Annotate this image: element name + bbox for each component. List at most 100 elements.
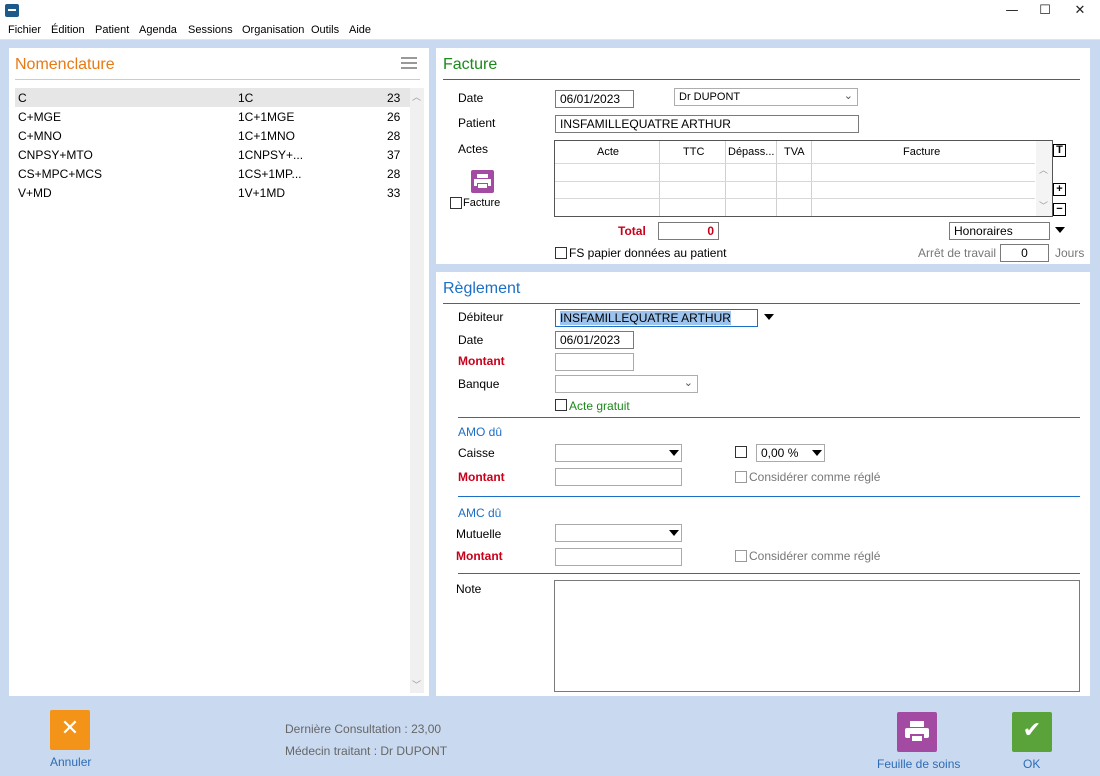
nom-name: V+MD [18, 186, 52, 200]
honoraires-select[interactable]: Honoraires [949, 222, 1050, 240]
menu-aide[interactable]: Aide [349, 24, 371, 36]
facture-date-label: Date [458, 91, 484, 105]
nomenclature-scrollbar[interactable]: ︿ ﹀ [410, 88, 424, 693]
amc-consider-label: Considérer comme réglé [749, 549, 881, 563]
check-icon: ✔ [1022, 718, 1042, 743]
amo-title: AMO dû [458, 425, 503, 439]
scroll-up-icon[interactable]: ︿ [412, 90, 421, 103]
reglement-date-input[interactable]: 06/01/2023 [555, 331, 634, 349]
t-button[interactable]: T [1053, 144, 1066, 157]
maximize-button[interactable]: ☐ [1028, 0, 1062, 21]
list-item[interactable]: C+MNO 1C+1MNO 28 [15, 126, 410, 145]
print-icon[interactable] [471, 170, 494, 193]
scroll-down-icon[interactable]: ﹀ [1039, 199, 1048, 212]
mutuelle-select[interactable] [555, 524, 682, 542]
facture-checkbox[interactable] [450, 197, 462, 209]
remove-acte-button[interactable]: − [1053, 203, 1066, 216]
col-divider [725, 141, 726, 216]
acte-gratuit-label: Acte gratuit [569, 399, 630, 413]
menu-fichier[interactable]: Fichier [8, 24, 41, 36]
nom-name: CS+MPC+MCS [18, 167, 103, 181]
printer-icon [897, 712, 937, 752]
debiteur-dropdown-icon[interactable] [764, 314, 774, 320]
annuler-label[interactable]: Annuler [50, 755, 91, 769]
arret-label: Arrêt de travail [918, 246, 997, 260]
list-item[interactable]: CNPSY+MTO 1CNPSY+... 37 [15, 145, 410, 164]
row-divider [555, 198, 1035, 199]
fs-papier-checkbox[interactable] [555, 247, 567, 259]
acte-gratuit-checkbox[interactable] [555, 399, 567, 411]
actes-scrollbar[interactable]: ︿ ﹀ [1036, 141, 1052, 216]
list-item[interactable]: C+MGE 1C+1MGE 26 [15, 107, 410, 126]
nom-value: 37 [387, 148, 401, 162]
ok-button[interactable]: ✔ [1012, 712, 1052, 752]
ok-label[interactable]: OK [1023, 757, 1040, 771]
amo-montant-input[interactable] [555, 468, 682, 486]
amc-montant-label: Montant [456, 549, 503, 563]
honoraires-dropdown-icon[interactable] [1055, 227, 1065, 233]
add-acte-button[interactable]: + [1053, 183, 1066, 196]
total-value: 0 [658, 222, 719, 240]
menu-agenda[interactable]: Agenda [139, 24, 177, 36]
banque-select[interactable]: ⌄ [555, 375, 698, 393]
nom-code: 1C+1MNO [238, 129, 296, 143]
menu-bar: Fichier Édition Patient Agenda Sessions … [0, 21, 1100, 40]
list-item[interactable]: V+MD 1V+1MD 33 [15, 183, 410, 202]
scroll-up-icon[interactable]: ︿ [1039, 163, 1048, 176]
menu-outils[interactable]: Outils [311, 24, 339, 36]
menu-organisation[interactable]: Organisation [242, 24, 304, 36]
minimize-button[interactable]: — [995, 0, 1029, 21]
feuille-de-soins-label[interactable]: Feuille de soins [877, 757, 960, 771]
facture-date-input[interactable]: 06/01/2023 [555, 90, 634, 108]
amo-consider-checkbox[interactable] [735, 471, 747, 483]
jours-label: Jours [1055, 246, 1085, 260]
amc-montant-input[interactable] [555, 548, 682, 566]
patient-label: Patient [458, 116, 496, 130]
patient-input[interactable]: INSFAMILLEQUATRE ARTHUR [555, 115, 859, 133]
debiteur-input[interactable]: INSFAMILLEQUATRE ARTHUR [555, 309, 758, 327]
nom-name: CNPSY+MTO [18, 148, 93, 162]
arret-input[interactable]: 0 [1000, 244, 1049, 262]
nom-code: 1CS+1MP... [238, 167, 302, 181]
nom-code: 1V+1MD [238, 186, 286, 200]
facture-checkbox-label: Facture [463, 197, 501, 209]
amo-checkbox[interactable] [735, 446, 747, 458]
mutuelle-dropdown-icon[interactable] [669, 530, 679, 536]
amo-percent-dropdown-icon[interactable] [812, 450, 822, 456]
nom-code: 1CNPSY+... [238, 148, 304, 162]
doctor-select[interactable]: Dr DUPONT ⌄ [674, 88, 858, 106]
amc-consider-checkbox[interactable] [735, 550, 747, 562]
nomenclature-rule [15, 79, 420, 80]
close-icon: ✕ [60, 716, 80, 741]
col-tva: TVA [784, 146, 805, 158]
note-textarea[interactable] [554, 580, 1080, 692]
amo-rule [458, 417, 1080, 418]
close-button[interactable]: ✕ [1063, 0, 1097, 21]
actes-table[interactable]: Acte TTC Dépass... TVA Facture ︿ ﹀ [554, 140, 1053, 217]
facture-rule [443, 79, 1080, 80]
menu-edition[interactable]: Édition [51, 24, 85, 36]
menu-patient[interactable]: Patient [95, 24, 129, 36]
montant-input[interactable] [555, 353, 634, 371]
annuler-button[interactable]: ✕ [50, 710, 90, 750]
nom-name: C+MGE [18, 110, 62, 124]
chevron-down-icon: ⌄ [843, 89, 853, 102]
caisse-label: Caisse [458, 446, 495, 460]
note-label: Note [456, 582, 482, 596]
facture-panel: Facture Date 06/01/2023 Dr DUPONT ⌄ Pati… [436, 48, 1090, 264]
nomenclature-title: Nomenclature [15, 56, 115, 73]
debiteur-label: Débiteur [458, 310, 504, 324]
nom-value: 28 [387, 129, 401, 143]
list-item[interactable]: C 1C 23 [15, 88, 410, 107]
caisse-dropdown-icon[interactable] [669, 450, 679, 456]
hamburger-icon[interactable] [401, 57, 417, 69]
caisse-select[interactable] [555, 444, 682, 462]
nomenclature-panel: Nomenclature C 1C 23 C+MGE 1C+1MGE 26 C+… [9, 48, 429, 696]
col-divider [776, 141, 777, 216]
list-item[interactable]: CS+MPC+MCS 1CS+1MP... 28 [15, 164, 410, 183]
feuille-de-soins-button[interactable] [897, 712, 937, 752]
nom-name: C+MNO [18, 129, 62, 143]
nom-name: C [18, 91, 27, 105]
menu-sessions[interactable]: Sessions [188, 24, 233, 36]
scroll-down-icon[interactable]: ﹀ [412, 678, 421, 691]
